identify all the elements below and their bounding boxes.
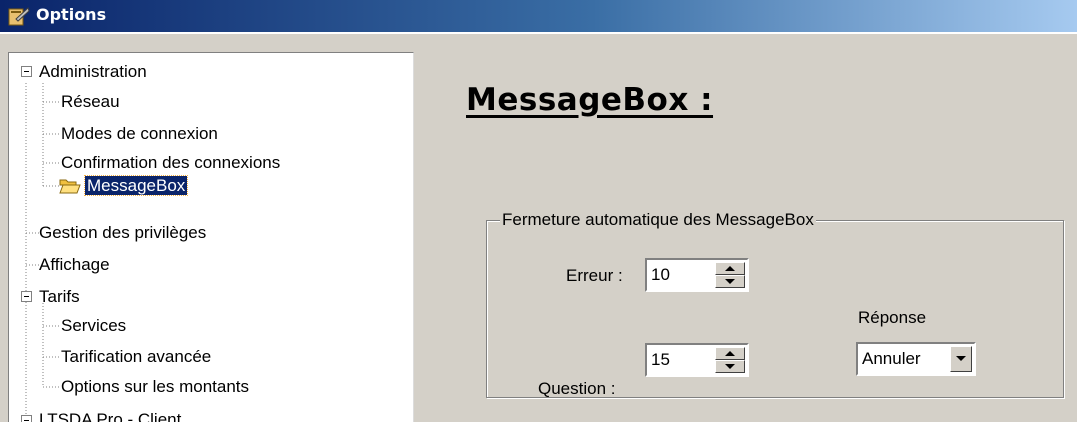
- spin-down-icon: [725, 279, 735, 284]
- question-timeout-input[interactable]: [649, 349, 713, 371]
- question-spin-up-button[interactable]: [715, 347, 745, 360]
- tree-item-gestion-privileges[interactable]: Gestion des privilèges: [39, 222, 206, 244]
- title-bar[interactable]: Options: [0, 0, 1077, 32]
- question-spin-down-button[interactable]: [715, 360, 745, 373]
- error-timeout-stepper[interactable]: [645, 258, 749, 292]
- tree-item-modes-connexion[interactable]: Modes de connexion: [61, 123, 218, 145]
- response-label: Réponse: [858, 308, 927, 327]
- error-label: Erreur :: [566, 266, 623, 285]
- tree-item-affichage[interactable]: Affichage: [39, 254, 110, 276]
- tree-item-messagebox[interactable]: MessageBox: [83, 175, 189, 197]
- error-spin-down-button[interactable]: [715, 275, 745, 288]
- question-timeout-stepper[interactable]: [645, 343, 749, 377]
- options-tree[interactable]: Administration Réseau Modes de connexion…: [8, 52, 414, 422]
- tree-item-tarification-avancee[interactable]: Tarification avancée: [61, 346, 211, 368]
- spin-down-icon: [725, 364, 735, 369]
- error-spin-up-button[interactable]: [715, 262, 745, 275]
- tree-item-administration[interactable]: Administration: [39, 61, 147, 83]
- tree-item-ltsda-client[interactable]: LTSDA Pro - Client: [39, 409, 181, 422]
- title-separator: [0, 32, 1077, 34]
- response-select[interactable]: Annuler: [856, 342, 976, 376]
- auto-close-groupbox: [486, 220, 1064, 398]
- error-timeout-input[interactable]: [649, 264, 713, 286]
- tree-item-confirmation-connexions[interactable]: Confirmation des connexions: [61, 152, 280, 174]
- groupbox-legend: Fermeture automatique des MessageBox: [500, 210, 816, 230]
- options-app-icon: [8, 7, 30, 26]
- spin-up-icon: [725, 351, 735, 356]
- tree-item-tarifs[interactable]: Tarifs: [39, 286, 80, 308]
- response-selected-value: Annuler: [862, 349, 921, 368]
- spin-up-icon: [725, 266, 735, 271]
- dropdown-arrow-icon: [956, 356, 966, 361]
- expander-tarifs[interactable]: [21, 291, 32, 302]
- response-dropdown-button[interactable]: [950, 346, 972, 372]
- window-title: Options: [36, 5, 107, 24]
- tree-item-reseau[interactable]: Réseau: [61, 91, 120, 113]
- page-title: MessageBox :: [466, 82, 714, 118]
- expander-administration[interactable]: [21, 66, 32, 77]
- tree-item-services[interactable]: Services: [61, 315, 126, 337]
- open-folder-icon: [59, 179, 81, 194]
- question-label: Question :: [538, 379, 616, 398]
- tree-item-options-montants[interactable]: Options sur les montants: [61, 376, 249, 398]
